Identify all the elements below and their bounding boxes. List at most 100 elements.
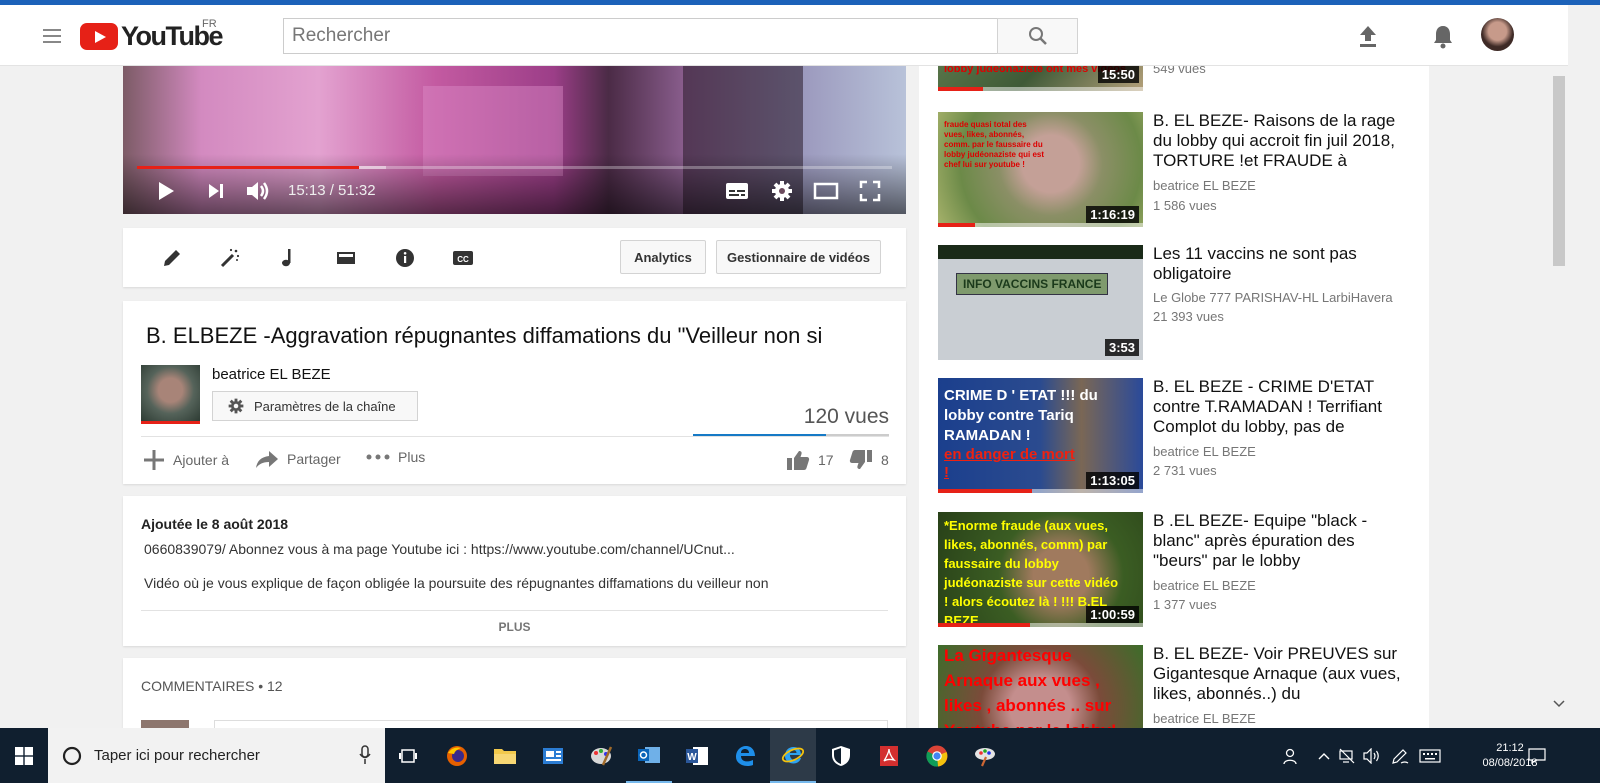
channel-name[interactable]: beatrice EL BEZE [212,366,331,383]
video-manager-button[interactable]: Gestionnaire de vidéos [716,240,881,274]
related-video[interactable]: INFO VACCINS FRANCE 3:53 Les 11 vaccins … [938,244,1418,361]
related-video[interactable]: *Enorme fraude (aux vues, likes, abonnés… [938,511,1418,628]
pen-workspace-button[interactable] [1388,728,1412,783]
word-app[interactable]: W [674,728,720,783]
more-actions-button[interactable]: Plus [366,449,425,465]
captions-button[interactable]: CC [451,246,475,270]
chrome-app[interactable] [914,728,960,783]
description-line: Vidéo où je vous explique de façon oblig… [144,575,769,591]
video-title: B. EL BEZE - CRIME D'ETAT contre T.RAMAD… [1153,377,1382,436]
news-app[interactable] [530,728,576,783]
search-input[interactable]: Rechercher [283,18,998,54]
start-button[interactable] [0,728,48,783]
fullscreen-button[interactable] [856,178,884,204]
video-duration: 1:16:19 [1086,206,1139,223]
subtitles-button[interactable] [723,178,751,204]
related-video[interactable]: lobby judéonaziste ont mes vidéos 15:50 … [938,66,1418,92]
network-icon [1339,748,1355,763]
show-hidden-icons-button[interactable] [1314,728,1334,783]
search-button[interactable] [997,18,1078,54]
edge-app[interactable] [722,728,768,783]
theater-mode-button[interactable] [811,178,841,204]
related-video[interactable]: La Gigantesque Arnaque aux vues , likes … [938,644,1418,728]
channel-settings-button[interactable]: Paramètres de la chaîne [212,391,418,421]
analytics-button[interactable]: Analytics [620,240,706,274]
gear-icon [228,398,244,414]
like-button[interactable]: 17 [786,449,834,471]
enhancements-button[interactable] [218,246,242,270]
related-video[interactable]: CRIME D ' ETAT !!! du lobby contre Tariq… [938,377,1418,494]
speaker-icon [1363,747,1379,764]
paint-brush-icon [975,747,995,766]
share-button[interactable]: Partager [255,449,341,469]
internet-explorer-app[interactable] [770,728,816,783]
creator-toolbar: CC Analytics Gestionnaire de vidéos [123,228,906,287]
volume-button[interactable] [244,178,272,204]
bell-icon [1434,26,1452,49]
audio-button[interactable] [276,246,300,270]
dislike-count: 8 [881,452,889,468]
volume-tray-button[interactable] [1360,728,1384,783]
add-to-button[interactable]: Ajouter à [143,449,229,471]
end-screen-button[interactable] [334,246,358,270]
volume-icon [247,182,269,200]
plus-icon [144,450,164,470]
file-explorer-app[interactable] [482,728,528,783]
info-icon [396,249,414,267]
info-cards-button[interactable] [393,246,417,270]
internet-explorer-icon [781,746,805,763]
show-more-button[interactable]: PLUS [123,620,906,634]
edit-button[interactable] [160,246,184,270]
paint-tool-app[interactable] [962,728,1008,783]
menu-icon[interactable] [43,29,61,43]
video-thumbnail: CRIME D ' ETAT !!! du lobby contre Tariq… [938,378,1143,493]
youtube-logo[interactable]: YouTube [80,21,223,51]
taskbar-search-placeholder: Taper ici pour rechercher [94,747,260,764]
next-button[interactable] [203,178,229,204]
shield-icon [832,745,850,766]
video-views: 1 586 vues [1153,198,1217,213]
video-channel: beatrice EL BEZE [1153,711,1256,726]
settings-button[interactable] [768,178,796,204]
scrollbar-thumb[interactable] [1553,76,1565,266]
subtitles-icon [726,183,748,199]
dislike-button[interactable]: 8 [849,449,889,471]
video-channel: beatrice EL BEZE [1153,444,1256,459]
related-video[interactable]: fraude quasi total des vues, likes, abon… [938,111,1418,228]
thumbs-up-icon [787,451,810,470]
acrobat-app[interactable] [866,728,912,783]
account-avatar[interactable] [1481,18,1514,51]
people-button[interactable] [1278,728,1304,783]
video-duration: 15:50 [1097,66,1139,83]
notifications-button[interactable] [1430,21,1456,51]
network-button[interactable] [1336,728,1358,783]
channel-avatar[interactable] [141,365,200,424]
upload-icon [1360,26,1376,47]
upload-button[interactable] [1355,21,1381,51]
page-scrollbar[interactable] [1550,66,1568,728]
like-count: 17 [818,452,834,468]
video-thumbnail: lobby judéonaziste ont mes vidéos 15:50 [938,66,1143,91]
task-view-button[interactable] [385,728,431,783]
play-button[interactable] [153,178,179,204]
video-title: B. EL BEZE- Raisons de la rage du lobby … [1153,111,1396,170]
comments-section: COMMENTAIRES • 12 [123,658,906,740]
scroll-down-arrow-icon[interactable] [1553,700,1565,708]
video-player[interactable]: 15:13 / 51:32 [123,66,906,214]
microphone-icon[interactable] [359,745,371,765]
paint-app[interactable] [578,728,624,783]
touch-keyboard-button[interactable] [1416,728,1444,783]
country-code: FR [202,18,217,30]
windows-taskbar: Taper ici pour rechercher W 21:12 08/08/… [0,728,1600,783]
taskbar-search[interactable]: Taper ici pour rechercher [48,728,385,783]
security-app[interactable] [818,728,864,783]
share-label: Partager [287,451,341,467]
action-center-button[interactable] [1520,728,1554,783]
video-views: 1 377 vues [1153,597,1217,612]
outlook-app[interactable] [626,728,672,783]
seek-bar[interactable] [137,166,892,169]
video-thumbnail: La Gigantesque Arnaque aux vues , likes … [938,645,1143,728]
firefox-app[interactable] [434,728,480,783]
masthead: YouTube FR Rechercher [0,5,1568,66]
windows-logo-icon [15,746,33,765]
